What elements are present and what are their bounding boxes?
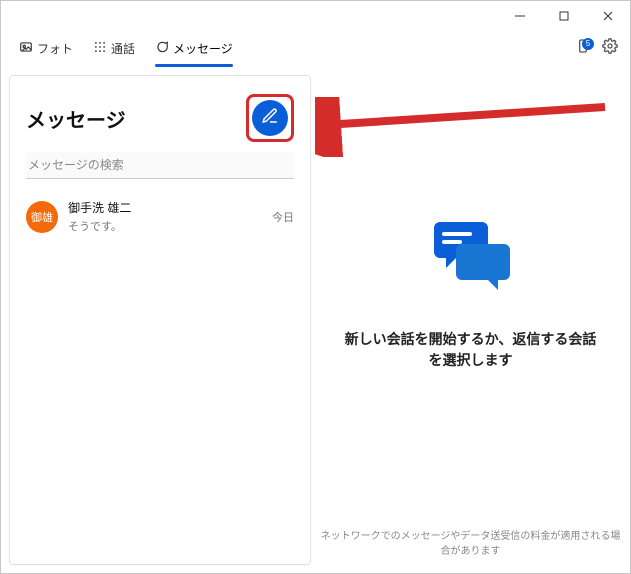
app-window: フォト 通話 メッセージ 5 <box>0 0 631 574</box>
panel-title: メッセージ <box>26 104 126 133</box>
titlebar <box>1 1 630 31</box>
conversation-name: 御手洗 雄二 <box>68 199 262 216</box>
notifications-button[interactable]: 5 <box>574 40 592 58</box>
conversation-text: 御手洗 雄二 そうです。 <box>68 199 262 234</box>
minimize-button[interactable] <box>498 1 542 31</box>
compose-icon <box>261 107 279 130</box>
conversation-list: 御雄 御手洗 雄二 そうです。 今日 <box>10 189 310 564</box>
main-panel: 新しい会話を開始するか、返信する会話を選択します ネットワークでのメッセージやデ… <box>311 67 630 573</box>
header-right: 5 <box>574 38 618 59</box>
tab-label: フォト <box>37 40 73 57</box>
photo-icon <box>19 40 33 57</box>
settings-button[interactable] <box>602 38 618 59</box>
annotation-highlight <box>246 94 294 142</box>
empty-state-message: 新しい会話を開始するか、返信する会話を選択します <box>341 329 601 371</box>
conversation-item[interactable]: 御雄 御手洗 雄二 そうです。 今日 <box>10 189 310 244</box>
body: メッセージ 御雄 御手洗 雄二 そうです。 <box>1 67 630 573</box>
conversation-time: 今日 <box>272 209 294 225</box>
nav-header: フォト 通話 メッセージ 5 <box>1 31 630 67</box>
tab-label: メッセージ <box>173 40 233 57</box>
notification-badge: 5 <box>582 38 594 50</box>
tab-messages[interactable]: メッセージ <box>149 36 239 61</box>
gear-icon <box>602 41 618 58</box>
search-row <box>10 152 310 189</box>
search-input[interactable] <box>26 152 294 179</box>
avatar: 御雄 <box>26 201 58 233</box>
close-button[interactable] <box>586 1 630 31</box>
footer-note: ネットワークでのメッセージやデータ送受信の料金が適用される場合があります <box>311 517 630 573</box>
tab-photos[interactable]: フォト <box>13 36 79 61</box>
panel-header: メッセージ <box>10 76 310 152</box>
maximize-button[interactable] <box>542 1 586 31</box>
dialpad-icon <box>93 40 107 57</box>
compose-button[interactable] <box>252 100 288 136</box>
conversation-preview: そうです。 <box>68 218 262 234</box>
chat-bubbles-icon <box>426 214 516 299</box>
conversations-panel: メッセージ 御雄 御手洗 雄二 そうです。 <box>9 75 311 565</box>
nav-tabs: フォト 通話 メッセージ <box>13 36 239 61</box>
tab-label: 通話 <box>111 40 135 57</box>
empty-state: 新しい会話を開始するか、返信する会話を選択します <box>311 67 630 517</box>
message-icon <box>155 40 169 57</box>
tab-calls[interactable]: 通話 <box>87 36 141 61</box>
